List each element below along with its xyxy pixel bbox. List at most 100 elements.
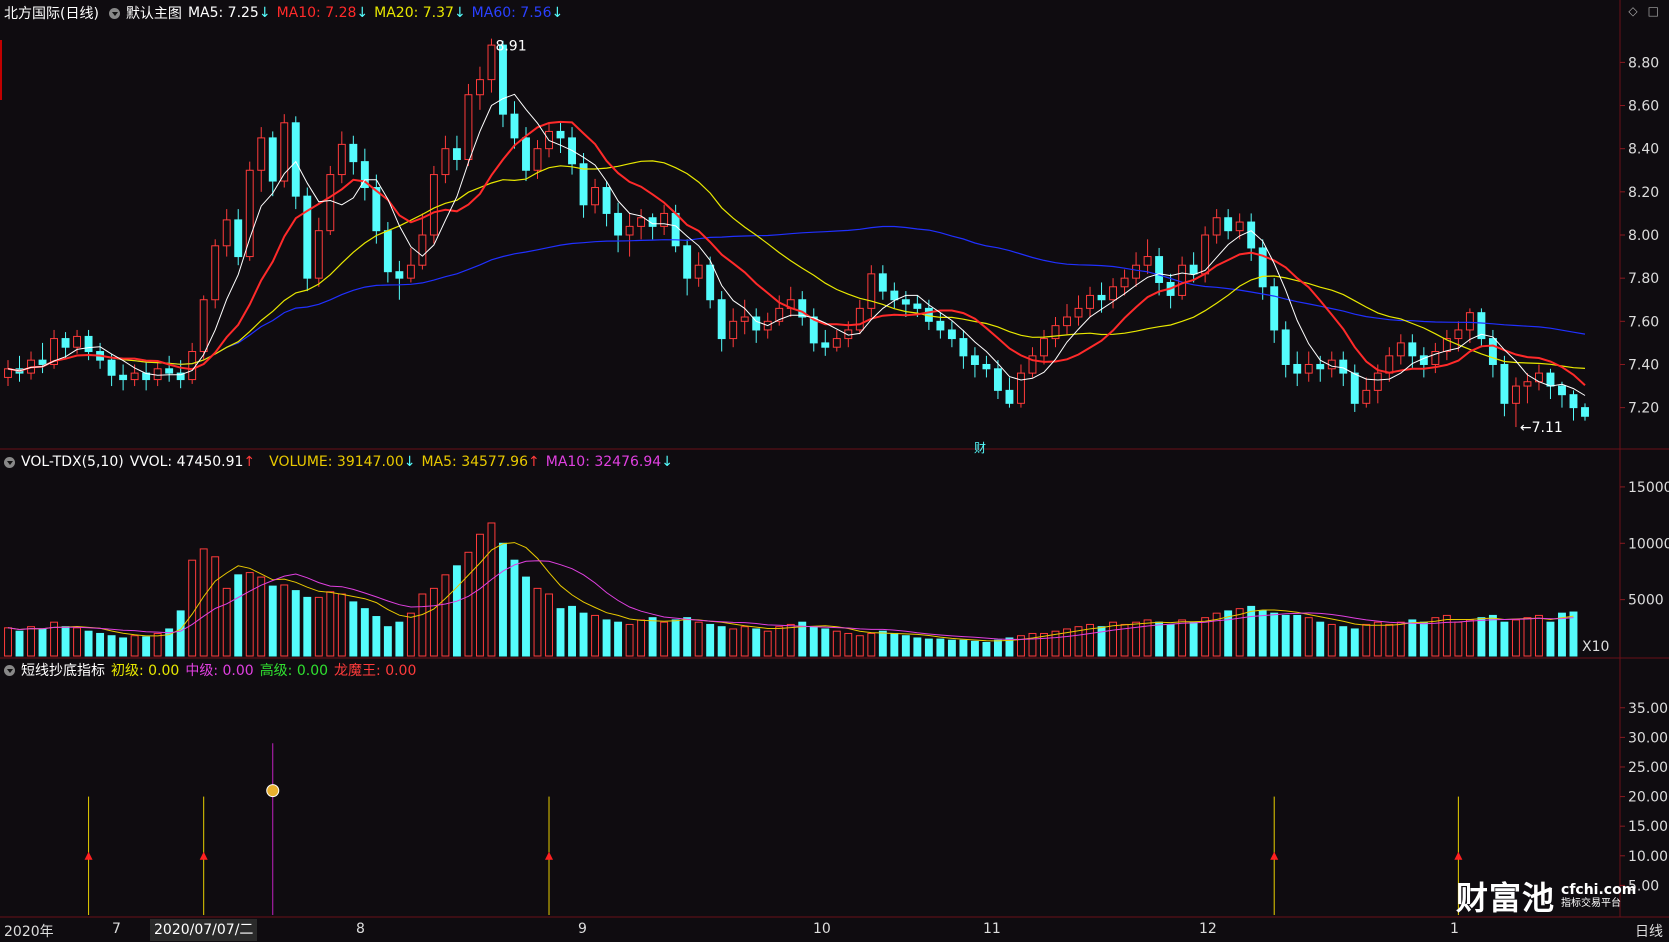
- ma10-value: MA10: 7.28: [276, 5, 357, 21]
- candle-body: [119, 374, 128, 381]
- candle-body: [890, 290, 899, 301]
- volume-bar: [222, 587, 231, 657]
- vvol-value: VVOL: 47450.91: [129, 454, 244, 470]
- volume-bar: [326, 591, 335, 657]
- volume-bar: [96, 632, 105, 657]
- volume-bar: [1408, 619, 1417, 657]
- event-marker: 财: [974, 441, 986, 455]
- candle-body: [1143, 256, 1152, 266]
- price-tick-label: 8.00: [1628, 228, 1659, 244]
- volume-bar: [786, 623, 795, 657]
- volume-bar: [924, 638, 933, 657]
- volume-unit-label: X10: [1582, 639, 1609, 655]
- template-menu-icon[interactable]: [108, 7, 120, 19]
- volume-bar: [107, 635, 116, 657]
- volume-bar: [809, 626, 818, 657]
- candle-body: [487, 44, 496, 81]
- volume-bar: [1523, 617, 1532, 657]
- candle-body: [936, 320, 945, 331]
- volume-bar: [683, 617, 692, 657]
- volume-bar: [602, 619, 611, 657]
- price-tick-label: 8.80: [1628, 55, 1659, 71]
- volume-legend: VOLUME: 39147.00↓: [269, 454, 415, 470]
- volume-bar: [1281, 614, 1290, 657]
- candle-body: [729, 320, 738, 340]
- candle-body: [1408, 342, 1417, 357]
- chuji-value: 初级: 0.00: [111, 663, 180, 679]
- candle-body: [694, 264, 703, 279]
- signal-up-arrow: [1270, 851, 1279, 860]
- template-name[interactable]: 默认主图: [126, 3, 182, 23]
- price-tick-label: 7.60: [1628, 314, 1659, 330]
- volume-panel-header: VOL-TDX(5,10) VVOL: 47450.91↑ VOLUME: 39…: [0, 451, 673, 473]
- candle-body: [452, 148, 461, 160]
- candle-body: [73, 335, 82, 348]
- vol-ma5-legend: MA5: 34577.96↑: [421, 454, 539, 470]
- indicator-tick-label: 10.00: [1628, 849, 1668, 865]
- candle-body: [1396, 342, 1405, 357]
- volume-bar: [763, 630, 772, 657]
- candle-body: [1258, 247, 1267, 288]
- indicator-tick-label: 20.00: [1628, 790, 1668, 806]
- vol-ma5-arrow: ↑: [528, 454, 540, 470]
- volume-menu-icon[interactable]: [4, 456, 15, 468]
- candle-body: [1316, 363, 1325, 370]
- volume-bar: [1535, 614, 1543, 657]
- volume-bar: [4, 627, 12, 657]
- volume-bar: [395, 621, 404, 657]
- indicator-tick-label: 15.00: [1628, 819, 1668, 835]
- candle-body: [130, 372, 139, 381]
- volume-bar: [475, 533, 484, 657]
- volume-bar: [1304, 617, 1313, 657]
- volume-indicator-name[interactable]: VOL-TDX(5,10): [21, 454, 124, 470]
- maximize-icon[interactable]: □: [1648, 4, 1659, 18]
- candle-body: [1293, 363, 1302, 374]
- price-tick-label: 8.20: [1628, 185, 1659, 201]
- volume-bar: [1465, 619, 1474, 657]
- volume-bar: [832, 630, 841, 657]
- indicator-tick-label: 25.00: [1628, 760, 1668, 776]
- ma5-legend: MA5: 7.25↓: [188, 5, 271, 21]
- indicator-name[interactable]: 短线抄底指标: [21, 660, 105, 680]
- time-label-11: 11: [983, 921, 1001, 937]
- volume-bar: [349, 601, 358, 657]
- ma20-line: [7, 160, 1586, 372]
- candle-body: [337, 143, 346, 176]
- candle-body: [510, 113, 519, 139]
- volume-bar: [487, 522, 496, 657]
- candle-body: [499, 44, 507, 115]
- vvol-legend: VVOL: 47450.91↑: [130, 454, 255, 470]
- candle-body: [706, 264, 715, 301]
- volume-value: VOLUME: 39147.00: [269, 454, 404, 470]
- volume-bar: [499, 542, 507, 657]
- price-tick-label: 8.60: [1628, 99, 1659, 115]
- volume-bar: [1362, 623, 1371, 657]
- volume-bar: [1327, 623, 1336, 657]
- ma60-arrow: ↓: [551, 5, 564, 21]
- candle-body: [1132, 264, 1141, 279]
- diamond-icon[interactable]: ◇: [1628, 4, 1637, 18]
- ma20-arrow: ↓: [453, 5, 466, 21]
- volume-bar: [752, 628, 761, 657]
- candle-body: [1350, 372, 1359, 404]
- candle-body: [947, 329, 956, 340]
- main-panel-header: 北方国际(日线) 默认主图 MA5: 7.25↓ MA10: 7.28↓ MA2…: [0, 2, 563, 24]
- volume-bar: [947, 639, 956, 657]
- watermark-url: cfchi.com: [1561, 881, 1637, 898]
- candle-body: [1465, 312, 1474, 331]
- volume-bar: [337, 593, 346, 657]
- vol-ma5-value: MA5: 34577.96: [421, 454, 528, 470]
- candle-body: [1304, 363, 1313, 374]
- indicator-menu-icon[interactable]: [4, 664, 15, 676]
- volume-bar: [130, 635, 139, 657]
- volume-bar: [429, 587, 438, 657]
- price-tick-label: 7.20: [1628, 401, 1659, 417]
- signal-up-arrow: [545, 851, 554, 860]
- candle-body: [1086, 294, 1094, 309]
- candle-body: [1500, 363, 1509, 404]
- period-label[interactable]: 日线: [1635, 921, 1663, 941]
- time-label-2020: 2020年: [4, 924, 54, 940]
- volume-bar: [441, 574, 450, 657]
- candle-body: [1339, 359, 1348, 374]
- volume-bar: [418, 593, 427, 657]
